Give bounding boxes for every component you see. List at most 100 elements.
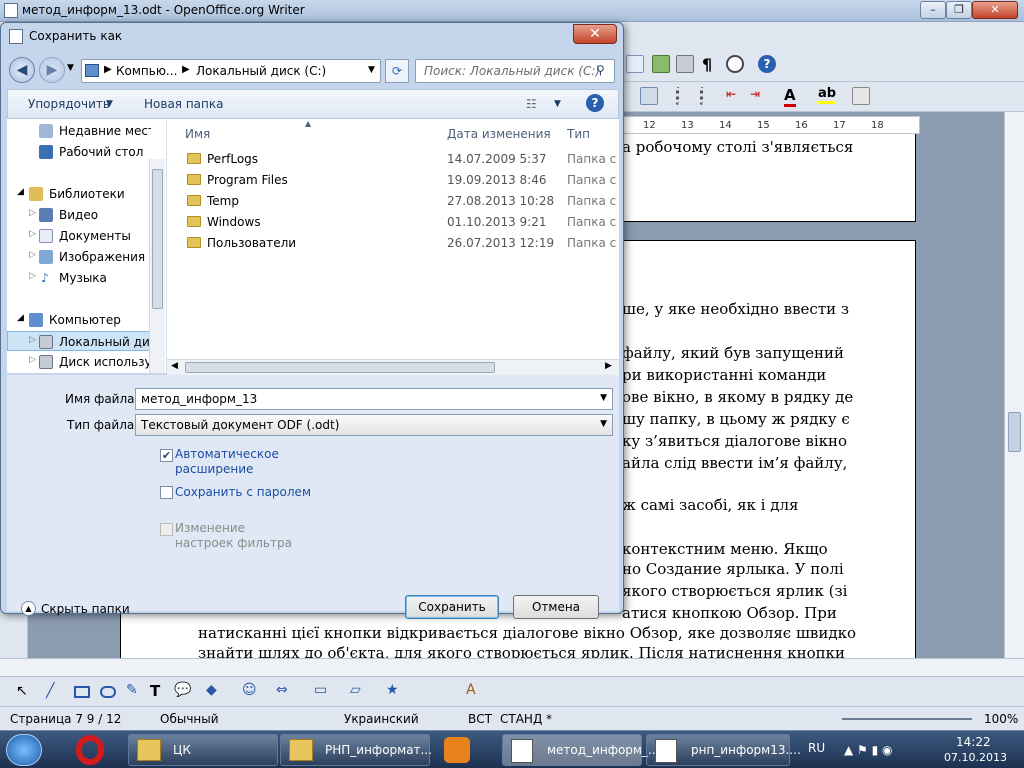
gallery-icon[interactable] bbox=[652, 55, 670, 73]
hscroll-thumb[interactable] bbox=[185, 362, 495, 373]
breadcrumb-computer[interactable]: Компью... bbox=[116, 64, 177, 78]
expand-icon[interactable]: ▷ bbox=[29, 208, 36, 218]
data-sources-icon[interactable] bbox=[676, 55, 694, 73]
password-checkbox[interactable] bbox=[160, 486, 173, 499]
hide-folders-icon[interactable]: ▲ bbox=[21, 601, 36, 616]
search-input[interactable]: Поиск: Локальный диск (C:) ⚲ bbox=[415, 59, 615, 83]
help-icon[interactable]: ? bbox=[586, 94, 604, 112]
file-list-hscrollbar[interactable]: ◀ ▶ bbox=[167, 359, 619, 375]
dialog-close-button[interactable]: ✕ bbox=[573, 24, 617, 44]
clock-time[interactable]: 14:22 bbox=[956, 735, 991, 749]
increase-indent-icon[interactable]: ⇥ bbox=[750, 87, 768, 105]
select-icon[interactable]: ↖ bbox=[16, 683, 28, 699]
view-options-icon[interactable]: ☷ bbox=[526, 97, 537, 111]
basic-shapes-icon[interactable]: ◆ bbox=[206, 682, 217, 698]
filetype-select[interactable]: Текстовый документ ODF (.odt) ▼ bbox=[135, 414, 613, 436]
auto-extension-checkbox[interactable]: ✔ bbox=[160, 449, 173, 462]
expand-icon[interactable]: ▷ bbox=[29, 355, 36, 365]
cancel-button[interactable]: Отмена bbox=[513, 595, 599, 619]
horizontal-ruler[interactable]: 12 13 14 15 16 17 18 bbox=[620, 116, 920, 134]
nav-scrollbar[interactable] bbox=[149, 159, 165, 373]
scroll-right-icon[interactable]: ▶ bbox=[605, 361, 612, 371]
minimize-button[interactable]: – bbox=[920, 1, 946, 19]
taskbar-item[interactable]: РНП_информат... bbox=[280, 734, 432, 766]
column-header-type[interactable]: Тип bbox=[567, 127, 590, 141]
expand-icon[interactable]: ◢ bbox=[17, 313, 24, 323]
justify-icon[interactable] bbox=[640, 87, 658, 105]
forward-button[interactable]: ▶ bbox=[39, 57, 65, 83]
line-icon[interactable]: ╱ bbox=[46, 683, 54, 699]
media-player-icon[interactable] bbox=[444, 737, 470, 763]
address-dropdown-icon[interactable]: ▼ bbox=[368, 65, 375, 75]
keyboard-language[interactable]: RU bbox=[808, 741, 825, 755]
expand-icon[interactable]: ▷ bbox=[29, 229, 36, 239]
navigator-icon[interactable] bbox=[626, 55, 644, 73]
maximize-button[interactable]: ❐ bbox=[946, 1, 972, 19]
expand-icon[interactable]: ◢ bbox=[17, 187, 24, 197]
taskbar-item[interactable]: ЦК bbox=[128, 734, 278, 766]
bullets-icon[interactable] bbox=[700, 87, 718, 105]
start-button[interactable] bbox=[6, 734, 42, 766]
callouts-icon[interactable]: ▱ bbox=[350, 682, 361, 698]
nav-item-drive-in-use[interactable]: ▷ Диск используе bbox=[7, 352, 151, 370]
save-button[interactable]: Сохранить bbox=[405, 595, 499, 619]
horizontal-scrollbar[interactable] bbox=[0, 658, 1024, 676]
nonprinting-chars-icon[interactable]: ¶ bbox=[702, 55, 712, 74]
zoom-icon[interactable] bbox=[726, 55, 744, 73]
nav-item-computer[interactable]: ◢ Компьютер bbox=[7, 310, 151, 330]
organize-dropdown-icon[interactable]: ▼ bbox=[106, 99, 113, 109]
nav-item-video[interactable]: ▷ Видео bbox=[7, 205, 151, 225]
expand-icon[interactable]: ▷ bbox=[29, 250, 36, 260]
stars-icon[interactable]: ★ bbox=[386, 682, 399, 698]
address-bar[interactable]: ▶ Компью... ▶ Локальный диск (C:) ▼ bbox=[81, 59, 381, 83]
file-row[interactable]: Program Files 19.09.2013 8:46 Папка с ф bbox=[185, 170, 619, 190]
column-header-name[interactable]: Имя bbox=[185, 127, 210, 141]
recent-dropdown[interactable]: ▼ bbox=[67, 63, 74, 73]
clock-date[interactable]: 07.10.2013 bbox=[944, 751, 1007, 764]
filetype-dropdown-icon[interactable]: ▼ bbox=[600, 419, 607, 429]
language-status[interactable]: Украинский bbox=[344, 712, 419, 726]
tray-icons[interactable]: ▲ ⚑ ▮ ◉ bbox=[844, 743, 938, 757]
nav-item-local-disk[interactable]: ▷ Локальный диск bbox=[7, 331, 151, 351]
breadcrumb-drive[interactable]: Локальный диск (C:) bbox=[196, 64, 326, 78]
view-dropdown-icon[interactable]: ▼ bbox=[554, 99, 561, 109]
password-label[interactable]: Сохранить с паролем bbox=[175, 485, 311, 499]
opera-icon[interactable] bbox=[76, 735, 104, 765]
selection-mode[interactable]: СТАНД bbox=[500, 712, 542, 726]
auto-extension-label[interactable]: Автоматическое расширение bbox=[175, 447, 285, 477]
nav-scroll-thumb[interactable] bbox=[152, 169, 163, 309]
numbering-icon[interactable] bbox=[676, 87, 694, 105]
filename-input[interactable]: метод_информ_13 ▼ bbox=[135, 388, 613, 410]
expand-icon[interactable]: ▷ bbox=[29, 271, 36, 281]
flowchart-icon[interactable]: ▭ bbox=[314, 682, 327, 698]
arrow-shapes-icon[interactable]: ⇔ bbox=[276, 682, 288, 698]
file-row[interactable]: Пользователи 26.07.2013 12:19 Папка с ф bbox=[185, 233, 619, 253]
file-row[interactable]: PerfLogs 14.07.2009 5:37 Папка с ф bbox=[185, 149, 619, 169]
nav-item-desktop[interactable]: Рабочий стол bbox=[7, 142, 151, 162]
column-header-date[interactable]: Дата изменения bbox=[447, 127, 551, 141]
new-folder-button[interactable]: Новая папка bbox=[144, 97, 223, 111]
scroll-left-icon[interactable]: ◀ bbox=[171, 361, 178, 371]
nav-item-libraries[interactable]: ◢ Библиотеки bbox=[7, 184, 151, 204]
search-icon[interactable]: ⚲ bbox=[596, 63, 605, 77]
taskbar-item[interactable]: рнп_информ13.... bbox=[646, 734, 801, 766]
nav-item-pictures[interactable]: ▷ Изображения bbox=[7, 247, 151, 267]
nav-item-music[interactable]: ▷ ♪ Музыка bbox=[7, 268, 151, 288]
back-button[interactable]: ◀ bbox=[9, 57, 35, 83]
font-color-icon[interactable]: A bbox=[784, 86, 796, 107]
file-row[interactable]: Windows 01.10.2013 9:21 Папка с ф bbox=[185, 212, 619, 232]
symbol-shapes-icon[interactable]: ☺ bbox=[242, 682, 257, 698]
insert-mode[interactable]: ВСТ bbox=[468, 712, 492, 726]
freeform-icon[interactable]: ✎ bbox=[126, 682, 138, 698]
help-icon[interactable]: ? bbox=[758, 55, 776, 73]
page-style[interactable]: Обычный bbox=[160, 712, 219, 726]
vertical-scrollbar[interactable] bbox=[1004, 112, 1024, 658]
background-color-icon[interactable] bbox=[852, 87, 870, 105]
fontwork-icon[interactable]: A bbox=[466, 682, 476, 698]
refresh-button[interactable]: ⟳ bbox=[385, 59, 409, 83]
zoom-level[interactable]: 100% bbox=[984, 712, 1018, 726]
close-button[interactable]: ✕ bbox=[972, 1, 1018, 19]
decrease-indent-icon[interactable]: ⇤ bbox=[726, 87, 744, 105]
file-row[interactable]: Temp 27.08.2013 10:28 Папка с ф bbox=[185, 191, 619, 211]
hide-folders-button[interactable]: Скрыть папки bbox=[41, 602, 130, 616]
